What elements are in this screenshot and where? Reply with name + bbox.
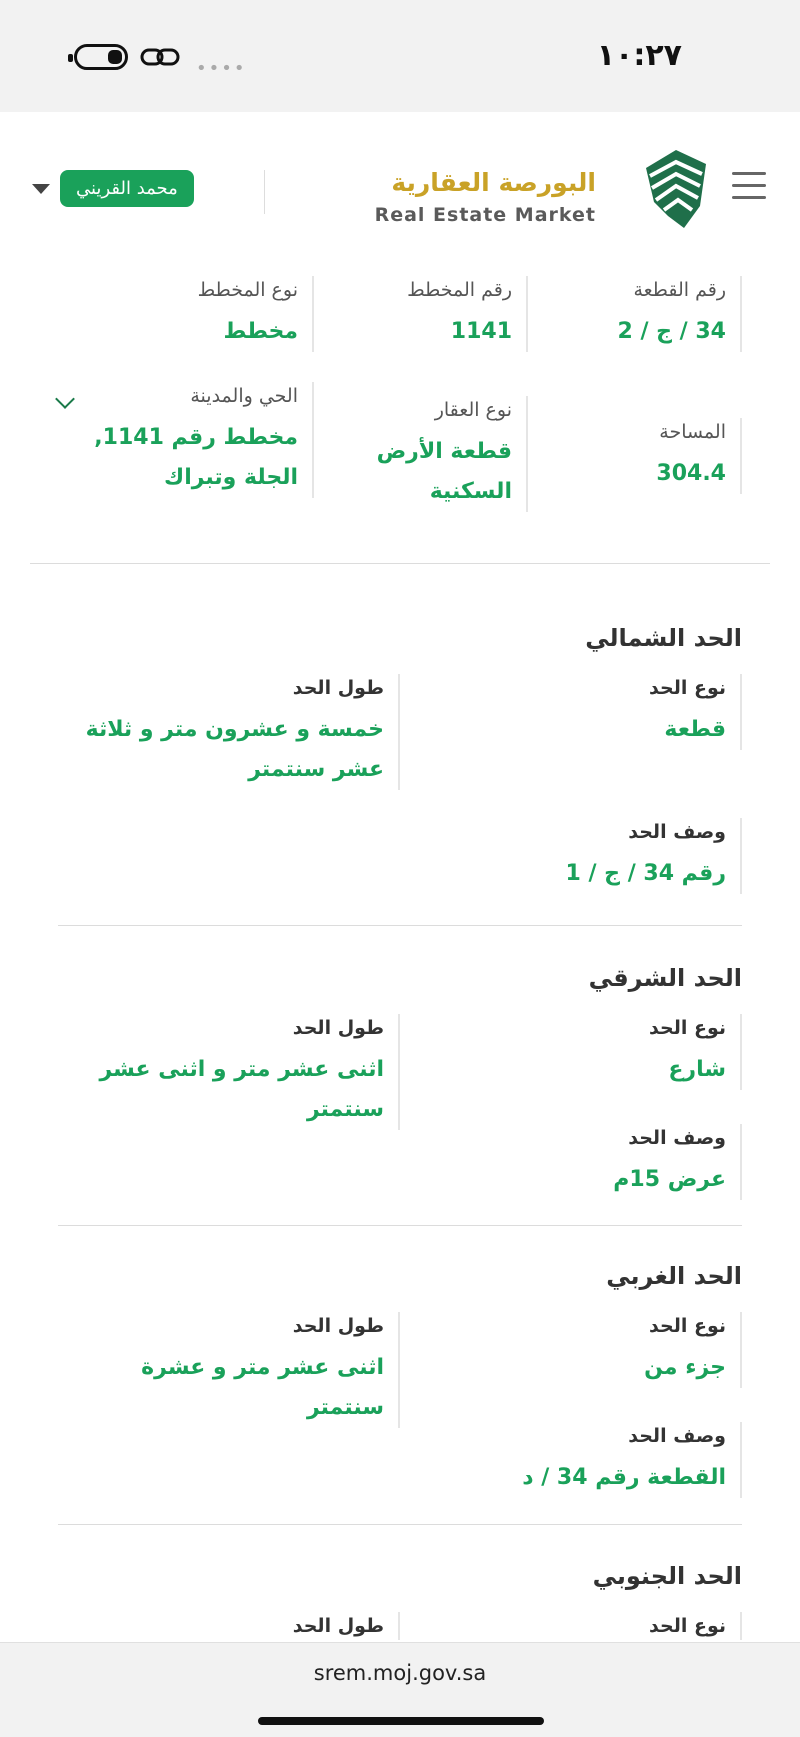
- east-type-label: نوع الحد: [649, 1017, 726, 1039]
- app-header: البورصة العقارية Real Estate Market محمد…: [0, 112, 800, 252]
- north-length-value: خمسة و عشرون متر و ثلاثة عشر سنتمتر: [85, 717, 384, 782]
- district-value: مخطط رقم 1141, الجلة وتبراك: [94, 425, 298, 490]
- plot-number-label: رقم القطعة: [633, 279, 726, 301]
- logo-icon: [646, 150, 706, 228]
- url-bar[interactable]: srem.moj.gov.sa: [0, 1661, 800, 1685]
- logo-text-en: Real Estate Market: [374, 204, 596, 226]
- east-desc-field: وصف الحد عرض 15م: [482, 1124, 742, 1200]
- plan-number-value: 1141: [450, 319, 512, 344]
- south-length-label: طول الحد: [292, 1615, 384, 1637]
- chevron-down-icon[interactable]: [55, 389, 75, 409]
- west-length-field: طول الحد اثنى عشر متر و عشرة سنتمتر: [80, 1312, 400, 1428]
- home-indicator[interactable]: [258, 1717, 544, 1725]
- area-field: المساحة 304.4: [542, 418, 742, 494]
- north-desc-label: وصف الحد: [628, 821, 726, 843]
- district-field: الحي والمدينة مخطط رقم 1141, الجلة وتبرا…: [90, 382, 314, 498]
- property-type-field: نوع العقار قطعة الأرض السكنية: [328, 396, 528, 512]
- area-value: 304.4: [656, 461, 726, 486]
- north-type-field: نوع الحد قطعة: [482, 674, 742, 750]
- district-label: الحي والمدينة: [190, 385, 298, 407]
- west-length-label: طول الحد: [292, 1315, 384, 1337]
- user-menu-button[interactable]: محمد القريني: [60, 170, 194, 207]
- north-desc-field: وصف الحد رقم 34 / ج / 1: [482, 818, 742, 894]
- south-type-field: نوع الحد: [482, 1612, 742, 1640]
- plot-number-field: رقم القطعة 34 / ج / 2: [542, 276, 742, 352]
- menu-icon[interactable]: [732, 172, 766, 200]
- east-desc-value: عرض 15م: [613, 1167, 726, 1192]
- west-type-label: نوع الحد: [649, 1315, 726, 1337]
- caret-down-icon[interactable]: [32, 184, 50, 194]
- east-length-label: طول الحد: [292, 1017, 384, 1039]
- logo-text-ar: البورصة العقارية: [391, 168, 596, 197]
- browser-bottom-bar: srem.moj.gov.sa: [0, 1642, 800, 1737]
- status-bar: •••• ١٠:٢٧: [0, 0, 800, 112]
- north-boundary-title: الحد الشمالي: [585, 624, 742, 652]
- west-boundary-title: الحد الغربي: [606, 1262, 742, 1290]
- west-type-value: جزء من: [644, 1355, 726, 1380]
- plan-type-value: مخطط: [223, 319, 298, 344]
- west-type-field: نوع الحد جزء من: [482, 1312, 742, 1388]
- header-divider: [264, 170, 265, 214]
- status-time: ١٠:٢٧: [596, 38, 682, 73]
- east-boundary-title: الحد الشرقي: [588, 964, 742, 992]
- plan-type-label: نوع المخطط: [197, 279, 298, 301]
- plot-number-value: 34 / ج / 2: [617, 319, 727, 344]
- south-type-label: نوع الحد: [649, 1615, 726, 1637]
- plan-number-label: رقم المخطط: [407, 279, 512, 301]
- signal-icon: ••••: [196, 58, 247, 79]
- north-type-label: نوع الحد: [649, 677, 726, 699]
- north-desc-value: رقم 34 / ج / 1: [565, 861, 726, 886]
- south-length-field: طول الحد: [80, 1612, 400, 1640]
- east-desc-label: وصف الحد: [628, 1127, 726, 1149]
- east-type-value: شارع: [668, 1057, 726, 1082]
- link-icon: [140, 48, 180, 66]
- north-length-field: طول الحد خمسة و عشرون متر و ثلاثة عشر سن…: [80, 674, 400, 790]
- north-type-value: قطعة: [664, 717, 726, 742]
- plan-number-field: رقم المخطط 1141: [328, 276, 528, 352]
- west-length-value: اثنى عشر متر و عشرة سنتمتر: [141, 1355, 384, 1420]
- east-type-field: نوع الحد شارع: [482, 1014, 742, 1090]
- area-label: المساحة: [659, 421, 726, 443]
- plan-type-field: نوع المخطط مخطط: [90, 276, 314, 352]
- east-length-value: اثنى عشر متر و اثنى عشر سنتمتر: [99, 1057, 384, 1122]
- west-desc-value: القطعة رقم 34 / د: [522, 1465, 726, 1490]
- east-length-field: طول الحد اثنى عشر متر و اثنى عشر سنتمتر: [80, 1014, 400, 1130]
- west-desc-label: وصف الحد: [628, 1425, 726, 1447]
- section-divider: [58, 925, 742, 926]
- battery-icon: [68, 44, 128, 70]
- south-boundary-title: الحد الجنوبي: [592, 1562, 742, 1590]
- section-divider: [58, 1225, 742, 1226]
- property-type-label: نوع العقار: [434, 399, 512, 421]
- north-length-label: طول الحد: [292, 677, 384, 699]
- section-divider: [30, 563, 770, 564]
- west-desc-field: وصف الحد القطعة رقم 34 / د: [482, 1422, 742, 1498]
- property-type-value: قطعة الأرض السكنية: [376, 439, 512, 504]
- section-divider: [58, 1524, 742, 1525]
